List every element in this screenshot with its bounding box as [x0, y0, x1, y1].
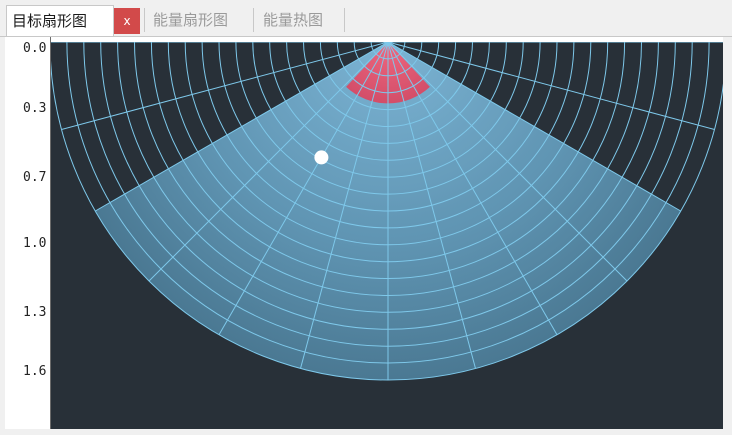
- tab-label: 能量热图: [263, 11, 324, 29]
- right-border: [723, 37, 732, 435]
- range-axis: 0.0 0.3 0.7 1.0 1.3 1.6: [5, 37, 51, 429]
- tab-label: 能量扇形图: [153, 11, 229, 29]
- target-point[interactable]: [314, 150, 329, 165]
- target-sector-plot[interactable]: [51, 42, 723, 429]
- range-tick-label: 0.3: [23, 101, 47, 116]
- bottom-border: [0, 429, 732, 435]
- tab-label: 目标扇形图: [12, 12, 88, 30]
- range-tick-label: 1.3: [23, 305, 47, 320]
- tab-divider: [253, 8, 254, 32]
- close-tab-button[interactable]: x: [114, 8, 140, 34]
- tab-energy-sector[interactable]: 能量扇形图: [153, 5, 228, 36]
- tab-energy-heatmap[interactable]: 能量热图: [263, 5, 323, 36]
- tab-divider: [144, 8, 145, 32]
- range-tick-label: 1.0: [23, 236, 47, 251]
- range-tick-label: 0.0: [23, 41, 47, 56]
- range-tick-label: 0.7: [23, 170, 47, 185]
- tab-divider: [344, 8, 345, 32]
- range-tick-label: 1.6: [23, 364, 47, 379]
- close-icon: x: [123, 14, 131, 28]
- tab-bar: 目标扇形图 x 能量扇形图 能量热图: [0, 0, 732, 37]
- tab-target-sector[interactable]: 目标扇形图: [6, 5, 114, 36]
